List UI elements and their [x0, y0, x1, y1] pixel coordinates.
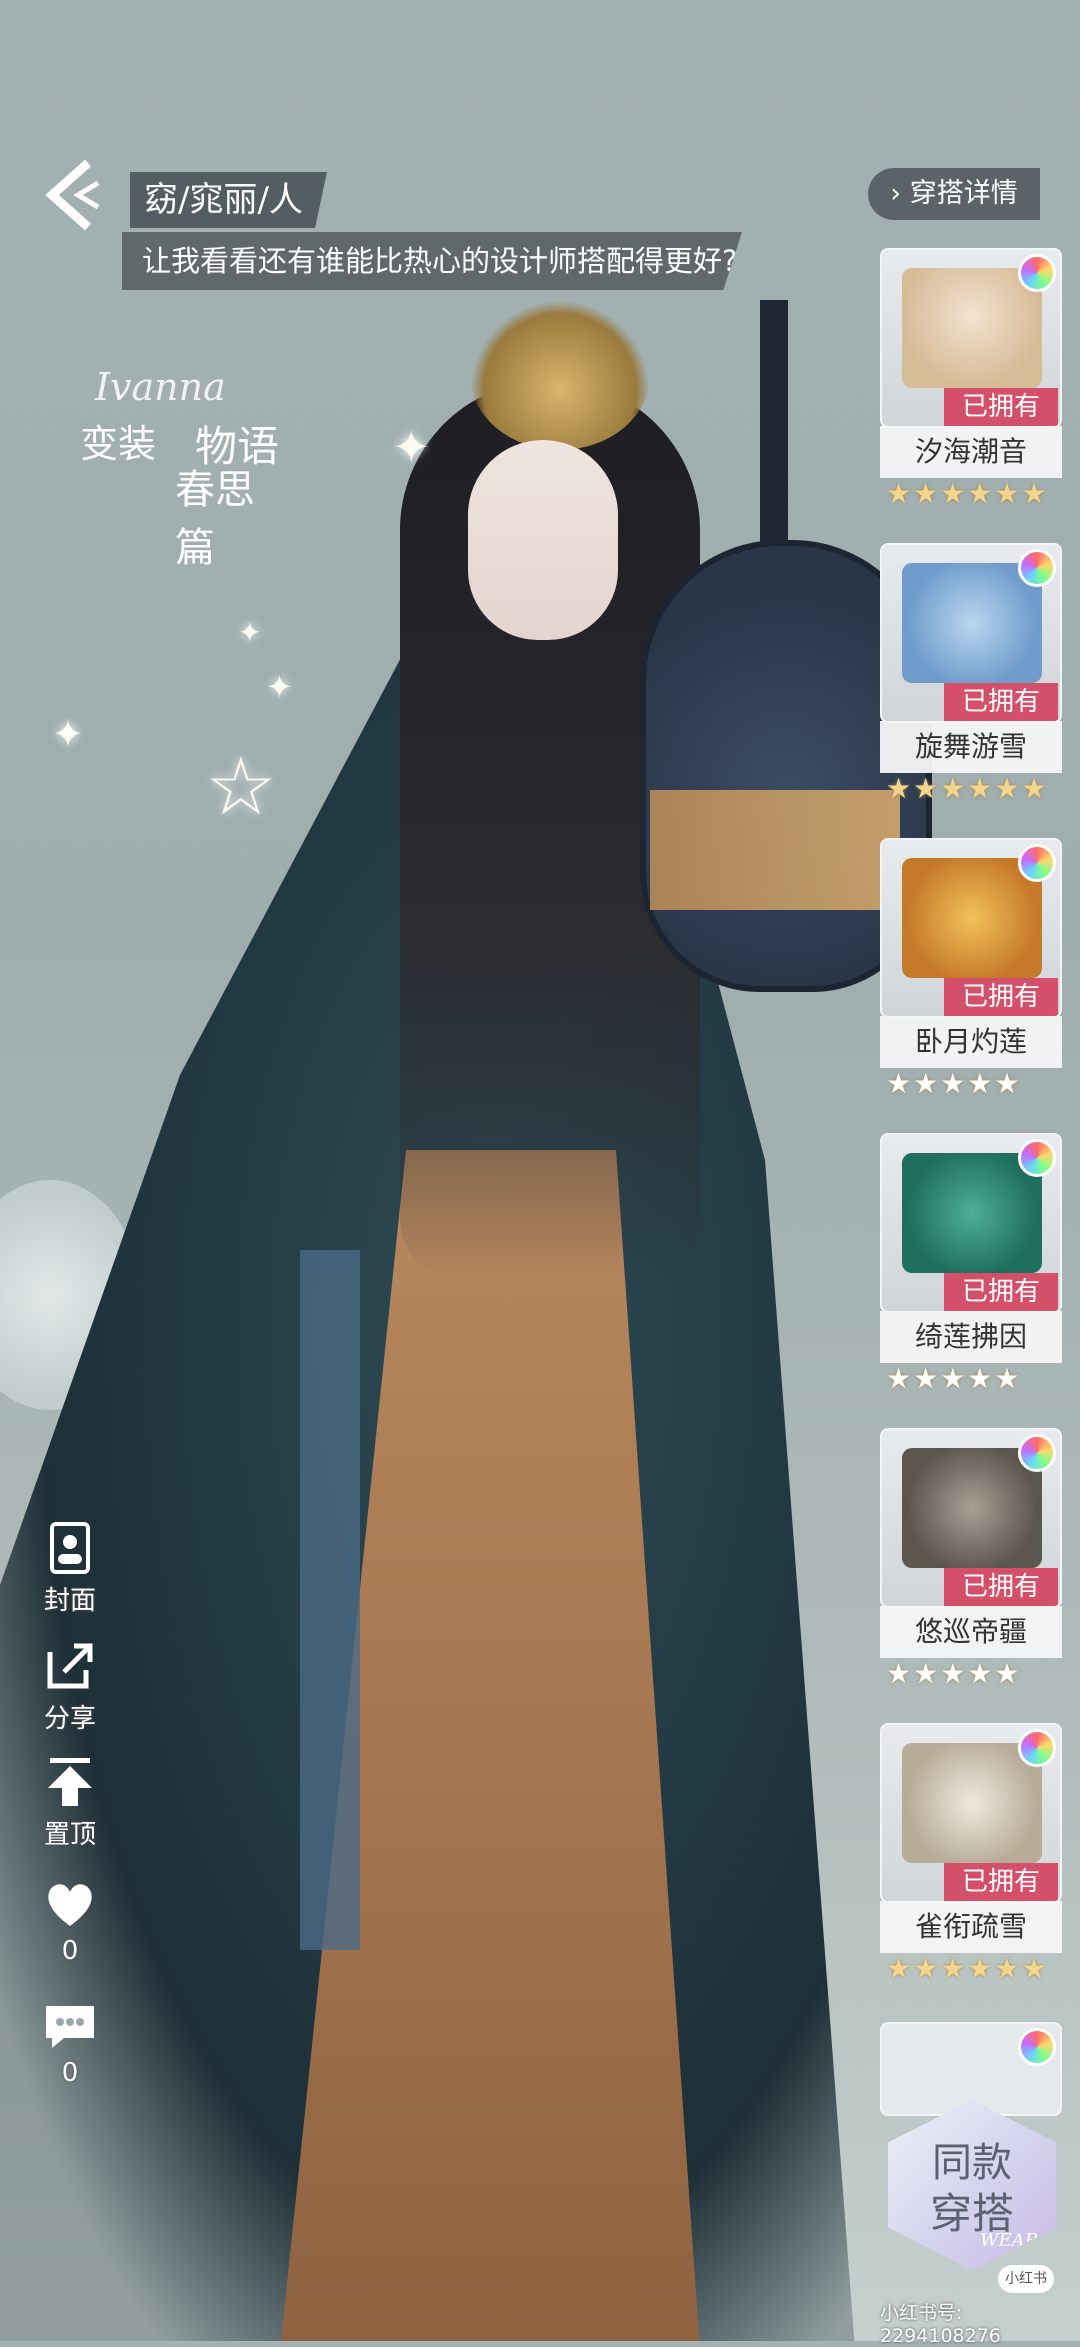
item-card[interactable]: 已拥有 — [880, 1133, 1062, 1313]
sparkle-icon: ✦ — [392, 420, 431, 474]
logo-line3: 春思篇 — [175, 467, 255, 571]
item-thumbnail — [902, 268, 1042, 388]
outfit-detail-label: 穿搭详情 — [909, 178, 1018, 209]
character-face — [468, 440, 618, 640]
item-card[interactable]: 已拥有 — [880, 248, 1062, 428]
item-rarity-stars: ★★★★★★ — [886, 1952, 1049, 1985]
comment-button[interactable]: 0 — [40, 1996, 100, 2088]
item-name: 旋舞游雪 — [880, 721, 1062, 773]
item-card[interactable]: 已拥有 — [880, 543, 1062, 723]
xiaohongshu-id: 小红书号: 2294108276 — [880, 2302, 1001, 2347]
look-title: 窈/窕丽/人 — [130, 172, 327, 228]
owned-badge: 已拥有 — [944, 1863, 1058, 1901]
share-label: 分享 — [43, 1704, 96, 1734]
like-button[interactable]: 0 — [40, 1874, 100, 1966]
cover-label: 封面 — [43, 1586, 96, 1616]
owned-badge: 已拥有 — [944, 1273, 1058, 1311]
share-button[interactable]: 分享 — [40, 1636, 100, 1735]
color-variant-icon[interactable] — [1018, 1434, 1056, 1472]
pin-top-label: 置顶 — [43, 1820, 96, 1850]
color-variant-icon[interactable] — [1018, 1139, 1056, 1177]
item-rarity-stars: ★★★★★★ — [886, 772, 1049, 805]
like-count: 0 — [61, 1936, 79, 1966]
item-rarity-stars: ★★★★★ — [886, 1657, 1022, 1690]
pipa-crane-panel — [650, 790, 900, 910]
heart-icon — [48, 1884, 92, 1926]
item-thumbnail — [902, 1153, 1042, 1273]
logo-script: Ivanna — [95, 365, 226, 409]
owned-badge: 已拥有 — [944, 683, 1058, 721]
sparkle-icon: ☆ — [205, 740, 277, 833]
sparkle-icon: ✦ — [238, 616, 262, 649]
color-variant-icon[interactable] — [1018, 254, 1056, 292]
color-variant-icon[interactable] — [1018, 2028, 1056, 2066]
item-name: 绮莲拂因 — [880, 1311, 1062, 1363]
chevron-right-icon: › — [890, 178, 902, 209]
item-name: 卧月灼莲 — [880, 1016, 1062, 1068]
item-rarity-stars: ★★★★★★ — [886, 477, 1049, 510]
comment-count: 0 — [61, 2058, 79, 2088]
item-card[interactable]: 已拥有 — [880, 1723, 1062, 1903]
pin-top-icon — [48, 1758, 92, 1806]
share-icon — [47, 1643, 93, 1689]
item-name: 悠巡帝疆 — [880, 1606, 1062, 1658]
color-variant-icon[interactable] — [1018, 844, 1056, 882]
character-headdress — [470, 300, 650, 450]
item-rarity-stars: ★★★★★ — [886, 1067, 1022, 1100]
item-thumbnail — [902, 858, 1042, 978]
item-thumbnail — [902, 1743, 1042, 1863]
color-variant-icon[interactable] — [1018, 549, 1056, 587]
item-rarity-stars: ★★★★★ — [886, 1362, 1022, 1395]
item-name: 雀衔疏雪 — [880, 1901, 1062, 1953]
event-logo: Ivanna 变装 物语 春思篇 — [70, 365, 280, 571]
designer-speech-bubble: 让我看看还有谁能比热心的设计师搭配得更好? — [122, 232, 742, 290]
cover-button[interactable]: 封面 — [40, 1518, 100, 1617]
sparkle-icon: ✦ — [266, 668, 293, 706]
owned-badge: 已拥有 — [944, 1568, 1058, 1606]
comment-icon — [46, 2006, 94, 2048]
item-card[interactable]: 已拥有 — [880, 838, 1062, 1018]
pipa-neck — [760, 300, 788, 580]
item-thumbnail — [902, 1448, 1042, 1568]
owned-badge: 已拥有 — [944, 978, 1058, 1016]
character-sash — [300, 1250, 360, 1950]
sparkle-icon: ✦ — [52, 712, 84, 756]
outfit-detail-button[interactable]: › 穿搭详情 — [868, 168, 1040, 220]
back-arrow-icon[interactable] — [38, 155, 108, 235]
color-variant-icon[interactable] — [1018, 1729, 1056, 1767]
item-name: 汐海潮音 — [880, 426, 1062, 478]
owned-badge: 已拥有 — [944, 388, 1058, 426]
item-thumbnail — [902, 563, 1042, 683]
pin-top-button[interactable]: 置顶 — [40, 1752, 100, 1851]
cover-icon — [50, 1522, 90, 1574]
item-card[interactable]: 已拥有 — [880, 1428, 1062, 1608]
logo-line1: 变装 — [80, 422, 157, 466]
xiaohongshu-badge: 小红书 — [998, 2265, 1054, 2293]
